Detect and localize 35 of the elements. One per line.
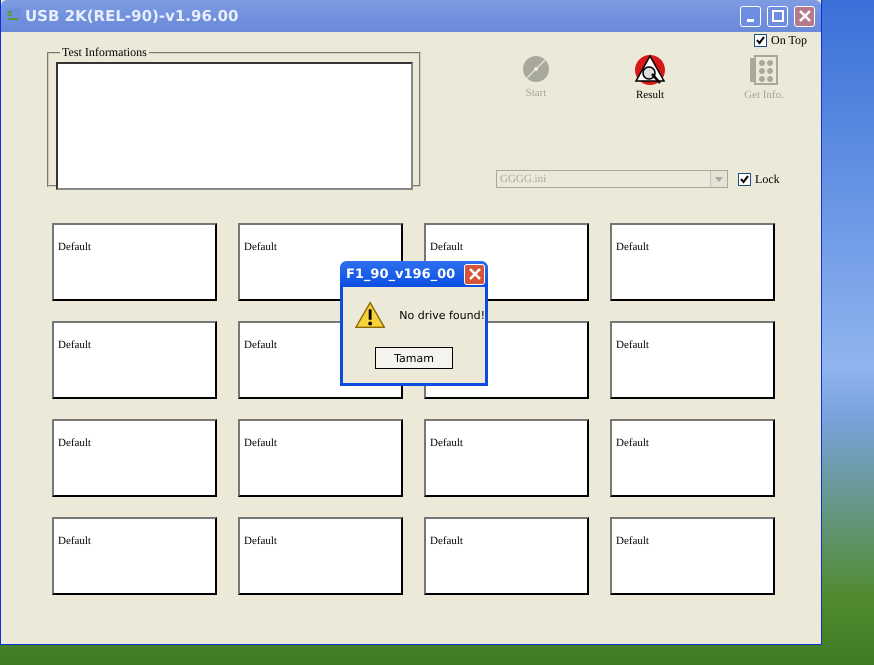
window-title: USB 2K(REL-90)-v1.96.00	[25, 7, 240, 25]
drive-slot: Default	[610, 321, 775, 399]
drive-slot: Default	[52, 223, 217, 301]
dropdown-arrow-icon	[715, 176, 723, 182]
close-icon	[468, 268, 480, 280]
drive-slot: Default	[610, 517, 775, 595]
minimize-icon	[747, 18, 754, 22]
drive-slot: Default	[238, 517, 403, 595]
drive-slot: Default	[52, 321, 217, 399]
drive-slot: Default	[238, 419, 403, 497]
dialog-close-button[interactable]	[464, 264, 485, 284]
drive-slot: Default	[424, 517, 589, 595]
drive-slot: Default	[52, 419, 217, 497]
maximize-button[interactable]	[767, 6, 788, 26]
drive-slot: Default	[424, 419, 589, 497]
group-legend: Test Informations	[60, 45, 149, 60]
dialog-message: No drive found!	[399, 308, 485, 322]
toolbar-button[interactable]: Result	[593, 54, 707, 101]
test-info-text-area[interactable]	[56, 62, 413, 190]
close-button[interactable]	[794, 6, 815, 26]
disc-icon	[521, 54, 551, 84]
warning-icon	[355, 301, 386, 329]
lock-checkbox[interactable]: Lock	[738, 172, 780, 186]
drive-slot: Default	[610, 223, 775, 301]
drive-slot: Default	[610, 419, 775, 497]
checkmark-icon	[740, 174, 749, 184]
checkmark-icon	[756, 36, 766, 45]
ok-button[interactable]: Tamam	[375, 347, 453, 369]
maximize-icon	[772, 10, 784, 22]
document-grid-icon	[749, 54, 779, 86]
minimize-button[interactable]	[740, 6, 761, 26]
magnifier-cursor-icon	[633, 54, 667, 86]
drive-slot: Default	[52, 517, 217, 595]
on-top-checkbox[interactable]: On Top	[754, 33, 807, 48]
close-icon	[798, 10, 810, 22]
